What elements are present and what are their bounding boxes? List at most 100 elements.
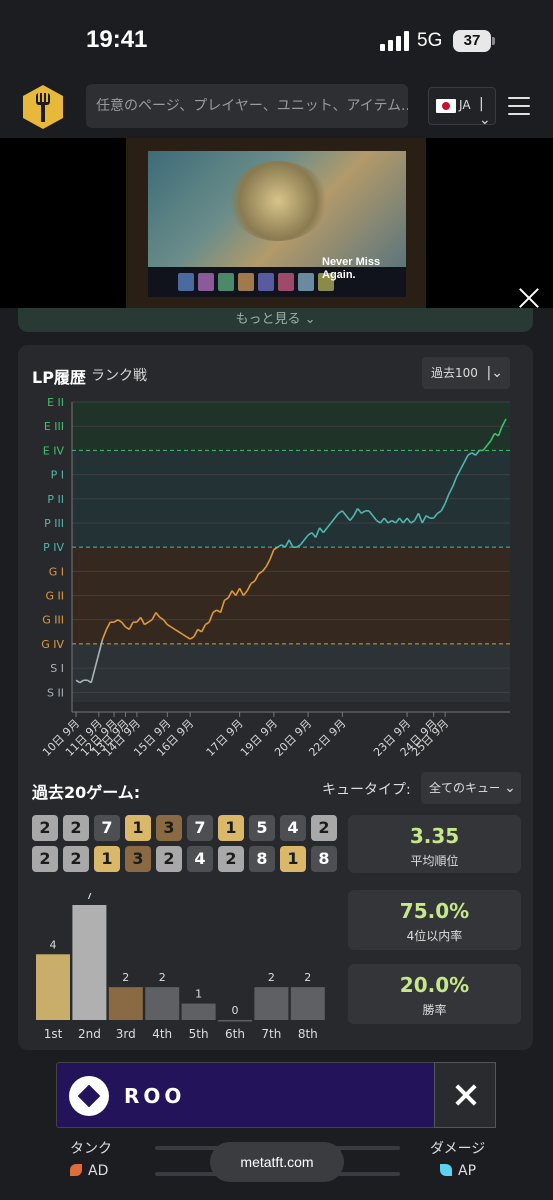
distribution-bar (290, 987, 325, 1020)
range-select[interactable]: 過去100 |⌄ (422, 357, 510, 389)
distribution-count: 0 (232, 1004, 239, 1017)
distribution-bar (181, 1003, 216, 1020)
distribution-label: 7th (261, 1027, 281, 1041)
japan-flag-icon (436, 99, 456, 113)
distribution-label: 4th (152, 1027, 172, 1041)
placement-badge: 1 (218, 815, 244, 841)
tank-label: タンク (70, 1141, 112, 1157)
stat-win-rate: 20.0% 勝率 (348, 964, 521, 1024)
close-video-icon[interactable] (518, 287, 540, 309)
distribution-bar (254, 987, 289, 1020)
distribution-bar (72, 905, 107, 1020)
stat-label: 勝率 (422, 1003, 447, 1017)
lp-history-title: LP履歴 (32, 368, 86, 387)
stat-avg-placement: 3.35 平均順位 (348, 815, 521, 873)
distribution-count: 4 (50, 938, 57, 951)
ad-brand-name: ROO (124, 1084, 186, 1108)
distribution-bar (36, 954, 70, 1020)
y-tick-label: G III (42, 614, 64, 627)
distribution-count: 2 (304, 971, 311, 984)
y-tick-label: S I (50, 662, 64, 675)
ad-icon (70, 1164, 82, 1176)
placement-badge: 3 (125, 846, 151, 872)
top-nav: 任意のページ、プレイヤー、ユニット、アイテム... JA |⌄ (0, 78, 553, 136)
network-type: 5G (417, 30, 443, 51)
stat-label: 平均順位 (410, 854, 459, 868)
placement-badge: 4 (187, 846, 213, 872)
y-tick-label: P III (44, 517, 64, 530)
roo-logo-icon (69, 1076, 109, 1116)
placement-badge: 2 (63, 815, 89, 841)
chevron-down-icon: |⌄ (479, 96, 491, 128)
previous-card: もっと見る ⌄ (18, 308, 533, 332)
queue-type-value: 全てのキュー (429, 781, 502, 795)
silver-zone (72, 643, 510, 702)
damage-label: ダメージ (430, 1141, 486, 1157)
y-tick-label: G I (49, 565, 64, 578)
stat-label: 4位以内率 (406, 929, 463, 943)
url-bar[interactable]: metatft.com (210, 1142, 344, 1182)
game-arena-image (228, 161, 328, 241)
status-bar: 19:41 5G 37 (0, 0, 553, 78)
distribution-bar (108, 987, 143, 1020)
distribution-label: 2nd (78, 1027, 101, 1041)
y-tick-label: S II (47, 686, 64, 699)
battery-icon: 37 (453, 30, 491, 52)
placement-badge: 5 (249, 815, 275, 841)
ad-label: AD (70, 1163, 108, 1179)
stat-value: 20.0% (399, 973, 470, 997)
ap-label: AP (440, 1163, 476, 1179)
stat-top4-rate: 75.0% 4位以内率 (348, 890, 521, 950)
placement-badge: 1 (94, 846, 120, 872)
placement-badge: 8 (311, 846, 337, 872)
distribution-label: 8th (298, 1027, 318, 1041)
distribution-bar (145, 987, 180, 1020)
placement-badge: 3 (156, 815, 182, 841)
bottom-bar: タンク AD ダメージ AP metatft.com (0, 1130, 553, 1200)
queue-type-select[interactable]: 全てのキュー ⌄ (421, 772, 521, 804)
stat-value: 3.35 (409, 824, 460, 848)
placement-badge: 2 (311, 815, 337, 841)
y-tick-label: P IV (43, 541, 64, 554)
close-ad-icon[interactable] (434, 1062, 496, 1128)
hamburger-menu-icon[interactable] (508, 97, 532, 115)
distribution-count: 2 (159, 971, 166, 984)
distribution-label: 3rd (116, 1027, 136, 1041)
distribution-label: 5th (189, 1027, 209, 1041)
video-ad-text: Never Miss Again. (322, 256, 381, 281)
distribution-bar (218, 1020, 252, 1022)
chevron-down-icon: ⌄ (499, 772, 521, 804)
placement-badge: 2 (218, 846, 244, 872)
placement-badge: 8 (249, 846, 275, 872)
distribution-count: 1 (195, 988, 202, 1001)
placement-distribution-chart: 4 1st 7 2nd 2 3rd 2 4th 1 5th 0 6th 2 7th 2 8th (36, 893, 325, 1041)
video-frame: Never Miss Again. (126, 138, 426, 308)
placement-badge: 7 (187, 815, 213, 841)
search-input[interactable]: 任意のページ、プレイヤー、ユニット、アイテム... (86, 84, 408, 128)
distribution-count: 2 (268, 971, 275, 984)
placement-badge: 2 (63, 846, 89, 872)
y-tick-label: E IV (43, 444, 65, 457)
x-tick-label: 22日 9月 (306, 717, 348, 759)
y-tick-label: P I (51, 469, 64, 482)
queue-type-label: キュータイプ: (322, 782, 411, 798)
language-selector[interactable]: JA |⌄ (428, 87, 496, 128)
battery-tip (492, 37, 495, 45)
placement-badge: 7 (94, 815, 120, 841)
stat-value: 75.0% (399, 899, 470, 923)
placement-badge: 4 (280, 815, 306, 841)
metatft-logo-icon[interactable] (22, 84, 64, 130)
see-more-link[interactable]: もっと見る ⌄ (18, 308, 533, 327)
signal-icon (380, 31, 409, 51)
y-tick-label: G II (45, 590, 64, 603)
ad-banner[interactable]: ROO (56, 1062, 496, 1128)
video-ad[interactable]: Never Miss Again. (0, 138, 553, 308)
lp-history-chart: E II E III E IV P I P II P III P IV G I G II G II… (40, 396, 510, 759)
status-time: 19:41 (86, 26, 148, 53)
distribution-count: 2 (122, 971, 129, 984)
placement-badge: 2 (156, 846, 182, 872)
distribution-label: 6th (225, 1027, 245, 1041)
distribution-count: 7 (86, 893, 93, 902)
lp-history-subtitle: ランク戦 (91, 368, 147, 384)
y-tick-label: P II (47, 493, 64, 506)
